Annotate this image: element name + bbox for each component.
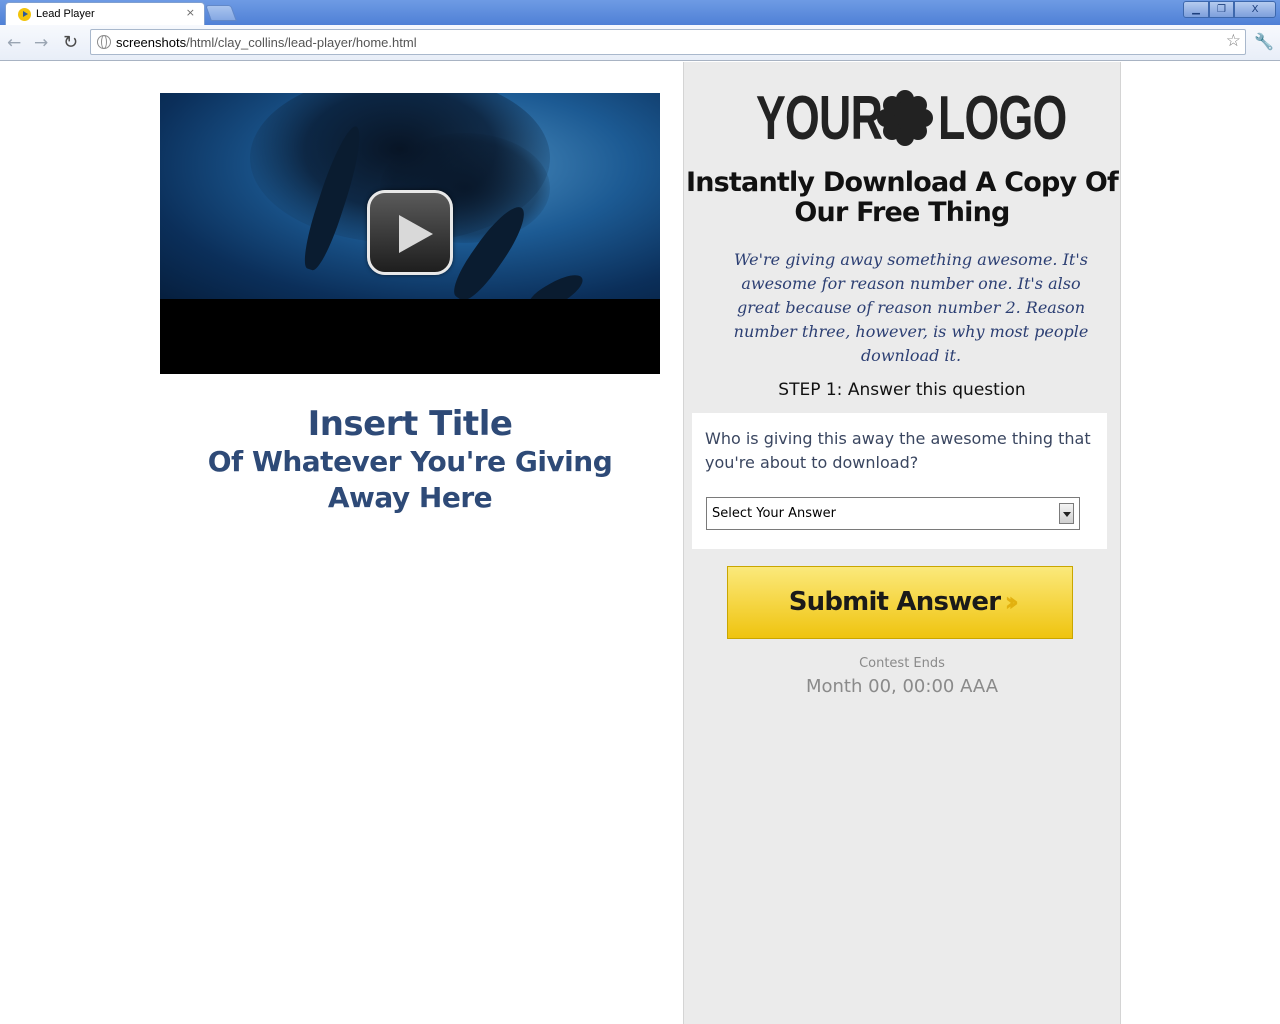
page-content: Insert Title Of Whatever You're Giving A…: [0, 62, 1280, 1024]
back-arrow-icon[interactable]: ←: [7, 33, 21, 53]
bookmark-star-icon[interactable]: ☆: [1226, 31, 1241, 51]
contest-ends-label: Contest Ends: [859, 656, 945, 671]
play-button[interactable]: [367, 190, 453, 275]
url-path: /html/clay_collins/lead-player/home.html: [186, 35, 417, 50]
step-heading: STEP 1: Answer this question: [778, 380, 1026, 400]
lead-player-favicon-icon: [18, 8, 31, 21]
logo-text-left: YOUR: [756, 84, 883, 153]
offer-title: Insert Title Of Whatever You're Giving A…: [160, 404, 660, 516]
logo: YOUR LOGO: [756, 84, 1067, 153]
minimize-button[interactable]: ▁: [1183, 1, 1209, 18]
headline: Instantly Download A Copy Of Our Free Th…: [684, 168, 1120, 228]
offer-title-line1: Insert Title: [307, 404, 513, 444]
answer-select[interactable]: Select Your Answer: [706, 497, 1080, 530]
play-icon: [399, 215, 433, 253]
answer-select-value: Select Your Answer: [712, 506, 837, 521]
offer-description: We're giving away something awesome. It'…: [733, 250, 1089, 365]
maximize-button[interactable]: ❐: [1209, 1, 1234, 18]
wrench-icon[interactable]: 🔧: [1254, 32, 1274, 51]
new-tab-button[interactable]: [205, 5, 237, 21]
url-host: screenshots: [116, 35, 187, 50]
close-window-button[interactable]: X: [1234, 1, 1276, 18]
chevron-down-icon[interactable]: [1059, 503, 1074, 524]
contest-end-date: Month 00, 00:00 AAA: [805, 676, 999, 697]
video-player[interactable]: [160, 93, 660, 374]
headline-line2: Our Free Thing: [794, 197, 1010, 228]
submit-answer-label: Submit Answer: [788, 587, 1001, 617]
dolphin-silhouette: [524, 268, 588, 299]
logo-flower-icon: [877, 90, 933, 146]
address-bar[interactable]: screenshots/html/clay_collins/lead-playe…: [90, 29, 1246, 55]
url-text[interactable]: screenshots/html/clay_collins/lead-playe…: [116, 35, 417, 50]
browser-toolbar: ← → ↻ screenshots/html/clay_collins/lead…: [0, 25, 1280, 61]
question-text: Who is giving this away the awesome thin…: [705, 429, 1091, 472]
tab-close-icon[interactable]: ×: [186, 6, 195, 19]
forward-arrow-icon[interactable]: →: [34, 33, 48, 53]
submit-answer-button[interactable]: Submit Answer ››: [727, 566, 1073, 639]
globe-icon: [97, 35, 111, 49]
optin-sidebar: YOUR LOGO Instantly Download A Copy Of O: [683, 62, 1121, 1024]
tab-title: Lead Player: [36, 8, 95, 20]
offer-title-line2: Of Whatever You're Giving: [207, 445, 613, 478]
offer-title-line3: Away Here: [327, 481, 493, 514]
browser-tab[interactable]: Lead Player ×: [5, 2, 205, 26]
logo-text-right: LOGO: [938, 84, 1067, 153]
window-titlebar: Lead Player × ▁ ❐ X: [0, 0, 1280, 26]
question-panel: Who is giving this away the awesome thin…: [692, 413, 1107, 549]
chevrons-right-icon: ››: [1004, 585, 1019, 618]
headline-line1: Instantly Download A Copy Of: [685, 167, 1119, 198]
reload-icon[interactable]: ↻: [63, 32, 78, 53]
